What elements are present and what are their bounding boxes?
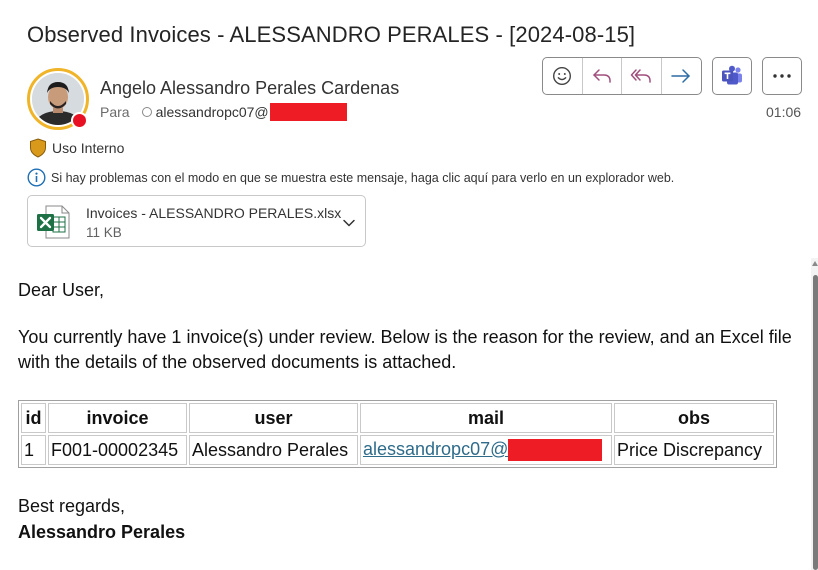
reply-icon (593, 69, 611, 83)
cell-mail: alessandropc07@ (360, 435, 612, 465)
scroll-up-arrow-icon[interactable] (812, 261, 818, 266)
sensitivity-label-text: Uso Interno (52, 140, 125, 156)
more-icon (773, 74, 791, 78)
to-label: Para (100, 104, 130, 120)
display-issue-notice[interactable]: Si hay problemas con el modo en que se m… (27, 168, 674, 187)
cell-invoice: F001-00002345 (48, 435, 187, 465)
sender-avatar[interactable] (27, 68, 89, 130)
shield-icon (30, 138, 46, 158)
mail-link[interactable]: alessandropc07@ (363, 439, 508, 459)
more-actions-button[interactable] (762, 57, 802, 95)
attachment-card[interactable]: Invoices - ALESSANDRO PERALES.xlsx 11 KB (27, 195, 366, 247)
column-header: id (21, 403, 46, 433)
invoices-table: id invoice user mail obs 1 F001-00002345… (18, 400, 777, 468)
chevron-down-icon (343, 219, 355, 227)
scrollbar-thumb[interactable] (813, 275, 818, 570)
signature: Alessandro Perales (18, 522, 186, 542)
sender-name[interactable]: Angelo Alessandro Perales Cardenas (100, 78, 399, 99)
cell-id: 1 (21, 435, 46, 465)
attachment-size: 11 KB (86, 225, 122, 240)
received-time: 01:06 (766, 104, 802, 120)
table-header-row: id invoice user mail obs (21, 403, 774, 433)
column-header: invoice (48, 403, 187, 433)
column-header: mail (360, 403, 612, 433)
cell-user: Alessandro Perales (189, 435, 358, 465)
recipient-row: Para alessandropc07@ (100, 103, 347, 121)
forward-icon (671, 69, 690, 83)
teams-icon (722, 65, 742, 85)
recipient-address[interactable]: alessandropc07@ (156, 104, 269, 120)
emoji-react-icon (553, 66, 572, 86)
sensitivity-label[interactable]: Uso Interno (29, 138, 124, 158)
reply-button[interactable] (583, 58, 622, 94)
react-button[interactable] (543, 58, 583, 94)
attachment-menu-button[interactable] (342, 215, 356, 233)
redaction-box (269, 103, 347, 121)
cell-obs: Price Discrepancy (614, 435, 774, 465)
reply-all-icon (631, 69, 651, 83)
redaction-box (508, 439, 603, 462)
email-subject: Observed Invoices - ALESSANDRO PERALES -… (27, 22, 636, 47)
presence-busy-indicator (71, 112, 88, 129)
closing: Best regards, (18, 496, 126, 516)
message-actions-group (542, 57, 702, 95)
column-header: user (189, 403, 358, 433)
attachment-name: Invoices - ALESSANDRO PERALES.xlsx (86, 205, 342, 221)
reply-all-button[interactable] (622, 58, 662, 94)
teams-button[interactable] (712, 57, 752, 95)
presence-unknown-icon (141, 107, 152, 117)
forward-button[interactable] (662, 58, 701, 94)
table-row: 1 F001-00002345 Alessandro Perales aless… (21, 435, 774, 465)
body-paragraph: You currently have 1 invoice(s) under re… (18, 327, 792, 372)
greeting: Dear User, (18, 280, 105, 300)
excel-file-icon (36, 204, 72, 245)
column-header: obs (614, 403, 774, 433)
info-icon (27, 168, 46, 187)
display-issue-text: Si hay problemas con el modo en que se m… (51, 170, 675, 185)
